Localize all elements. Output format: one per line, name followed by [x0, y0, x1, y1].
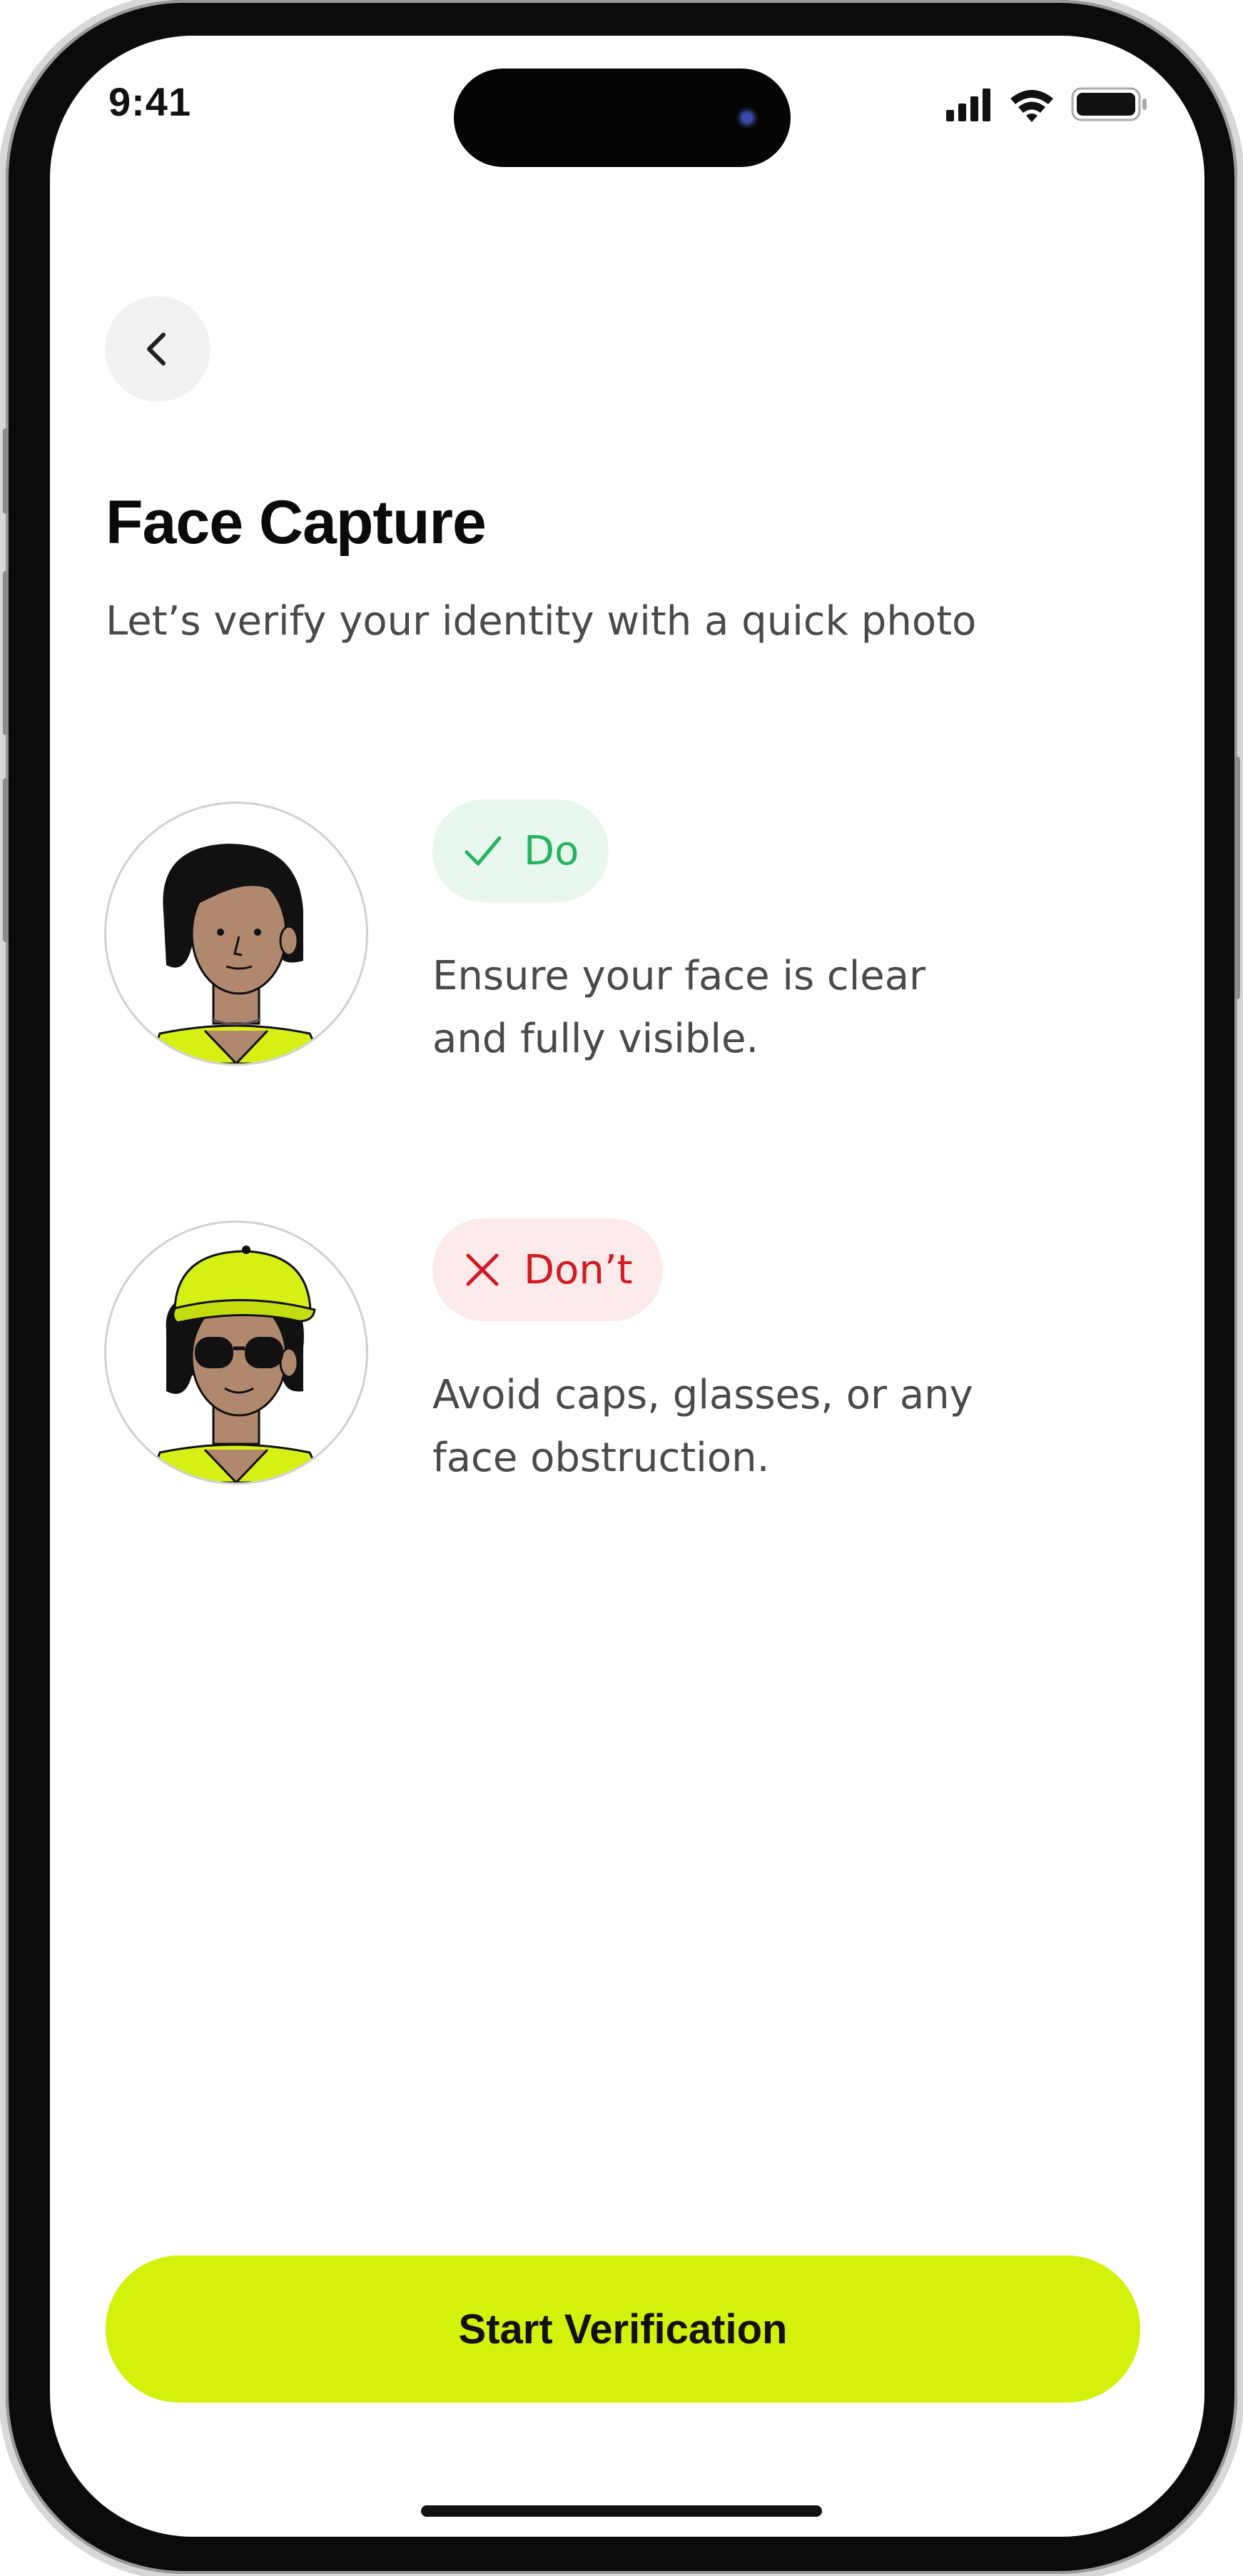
side-button	[3, 428, 9, 514]
page-subtitle: Let’s verify your identity with a quick …	[106, 598, 977, 645]
status-icons	[943, 83, 1157, 126]
person-with-cap-and-glasses-icon	[148, 1246, 325, 1483]
avatar-do-illustration	[104, 802, 368, 1066]
do-badge-label: Do	[524, 827, 579, 874]
dont-description: Avoid caps, glasses, or any face obstruc…	[432, 1372, 973, 1481]
person-clear-face-icon	[148, 844, 325, 1064]
avatar-dont-illustration	[104, 1221, 368, 1485]
back-button[interactable]	[105, 296, 210, 402]
status-icons-svg	[946, 87, 1147, 122]
start-verification-label: Start Verification	[458, 2305, 788, 2353]
front-camera-icon	[736, 107, 758, 128]
x-mark-icon	[466, 1253, 499, 1286]
side-button	[1234, 757, 1240, 999]
dont-badge-label: Don’t	[524, 1246, 633, 1293]
page-title: Face Capture	[106, 488, 487, 557]
wifi-icon	[1010, 90, 1053, 122]
checkmark-icon	[465, 836, 502, 866]
dont-badge: Don’t	[432, 1218, 663, 1321]
home-indicator	[421, 2505, 822, 2517]
battery-icon	[1071, 87, 1147, 121]
do-description: Ensure your face is clear and fully visi…	[432, 953, 926, 1062]
status-time: 9:41	[108, 79, 192, 124]
side-button	[3, 571, 9, 735]
start-verification-button[interactable]: Start Verification	[106, 2256, 1140, 2403]
do-badge: Do	[432, 799, 609, 902]
dynamic-island	[454, 69, 791, 167]
cellular-signal-icon	[946, 89, 990, 121]
chevron-left-icon	[147, 333, 166, 365]
side-button	[3, 778, 9, 942]
